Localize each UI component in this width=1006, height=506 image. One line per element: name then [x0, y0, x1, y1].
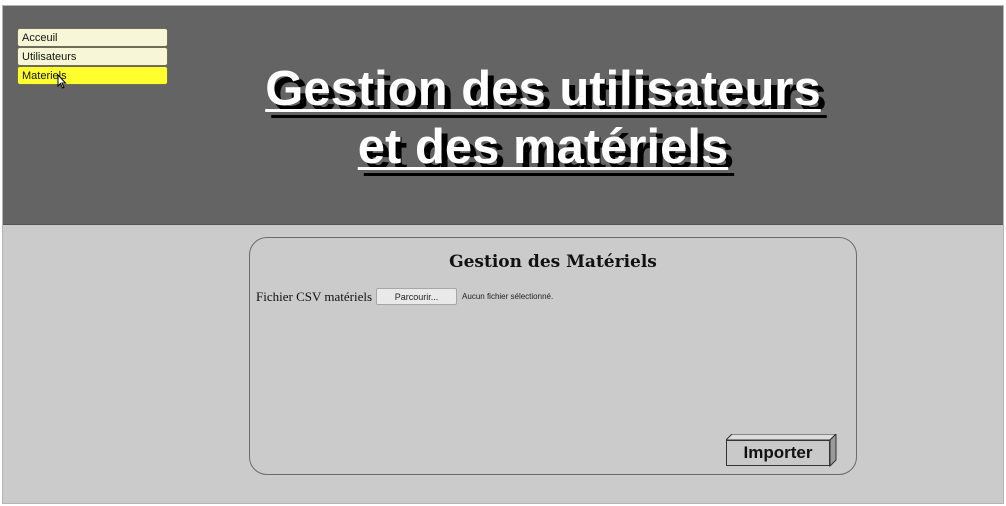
csv-file-row: Fichier CSV matériels Parcourir... Aucun… — [256, 288, 553, 305]
nav-item-acceuil[interactable]: Acceuil — [17, 28, 168, 47]
page-title-line-1: Gestion des utilisateurs — [265, 62, 821, 116]
page-title: Gestion des utilisateurs et des matériel… — [233, 60, 853, 176]
page-frame: Acceuil Utilisateurs Materiels Gestion d… — [2, 5, 1004, 504]
browse-button[interactable]: Parcourir... — [376, 288, 458, 305]
nav-item-materiels[interactable]: Materiels — [17, 66, 168, 85]
materials-panel: Gestion des Matériels Fichier CSV matéri… — [249, 237, 857, 475]
mouse-cursor-icon — [57, 74, 67, 89]
import-button[interactable]: Importer — [726, 440, 830, 466]
nav-menu: Acceuil Utilisateurs Materiels — [17, 28, 168, 85]
nav-item-utilisateurs[interactable]: Utilisateurs — [17, 47, 168, 66]
page-title-line-2: et des matériels — [357, 120, 729, 174]
panel-title: Gestion des Matériels — [449, 252, 657, 272]
import-button-wrapper: Importer — [726, 434, 838, 468]
header-banner: Acceuil Utilisateurs Materiels Gestion d… — [3, 6, 1003, 225]
no-file-selected-text: Aucun fichier sélectionné. — [462, 292, 554, 301]
csv-file-label: Fichier CSV matériels — [256, 288, 373, 304]
